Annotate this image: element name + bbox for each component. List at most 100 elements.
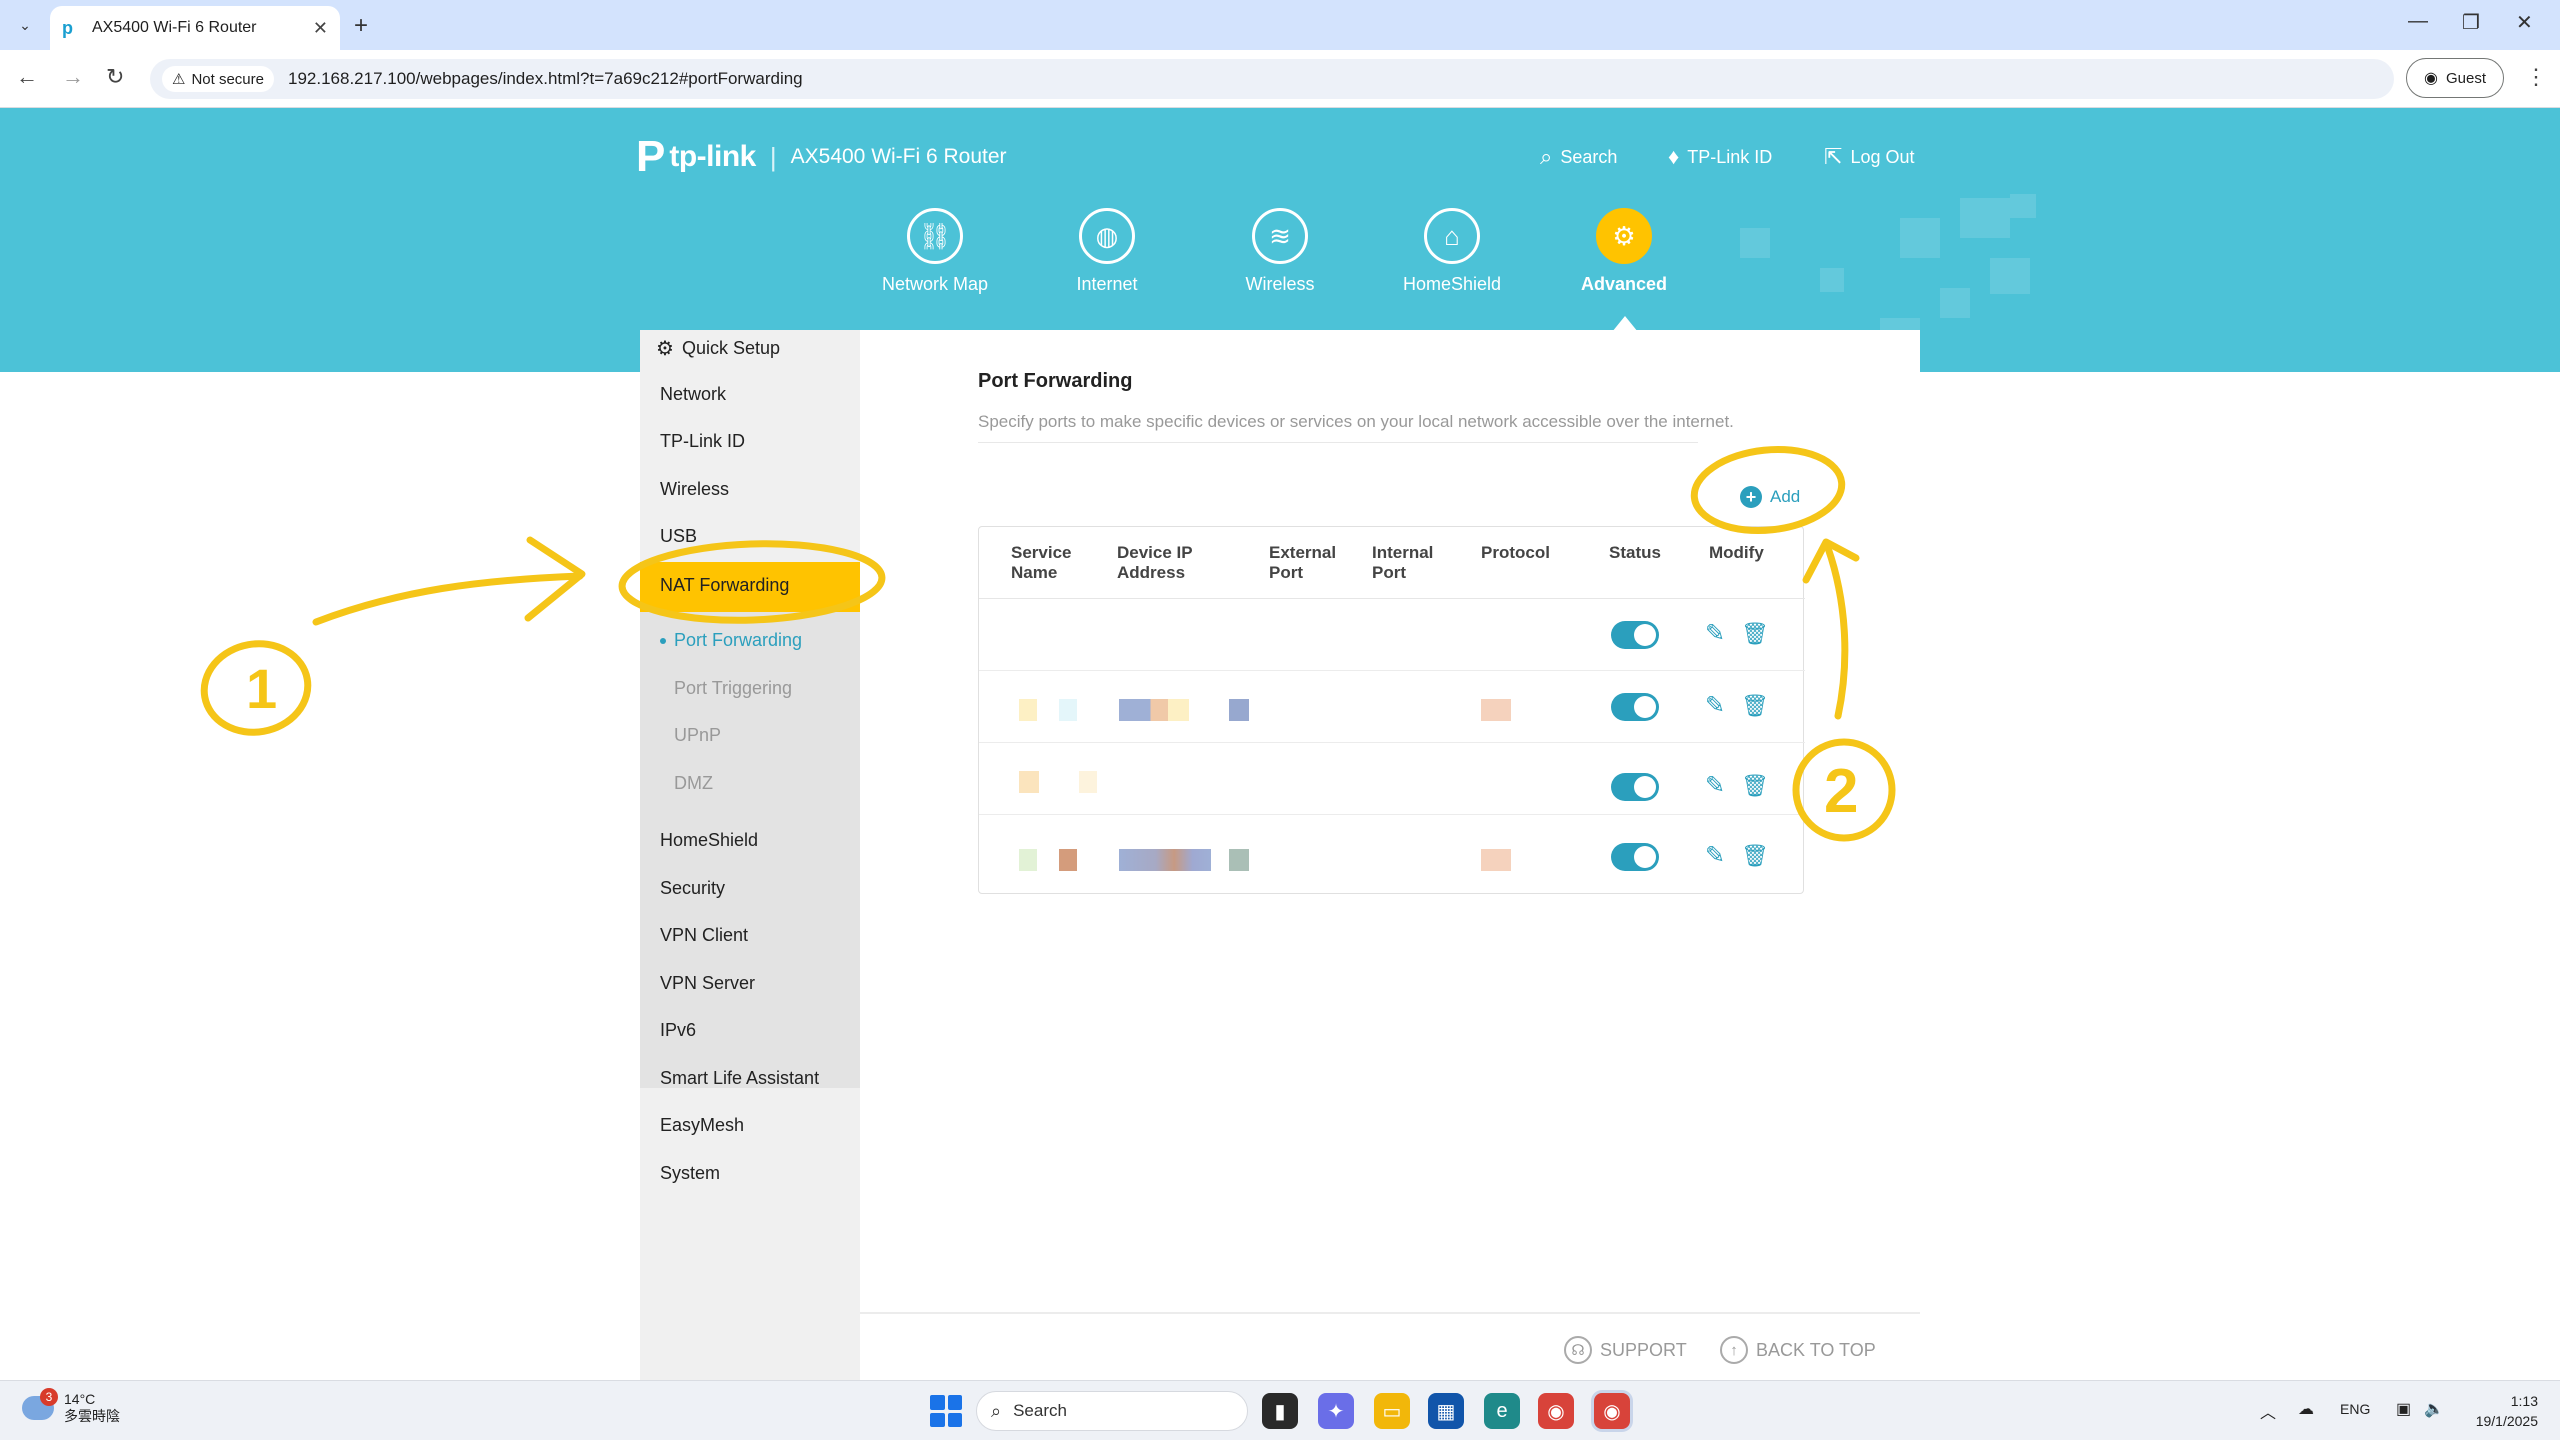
sidebar: ⚙ Quick Setup Network TP-Link ID Wireles… [640,330,860,1380]
copilot-icon[interactable]: ✦ [1318,1393,1354,1429]
file-explorer-icon[interactable]: ▭ [1374,1393,1410,1429]
sidebar-item-vpn-client[interactable]: VPN Client [660,925,748,946]
sidebar-item-network[interactable]: Network [660,384,726,405]
close-tab-icon[interactable]: ✕ [313,18,328,39]
redacted-cell [1229,849,1249,871]
security-chip[interactable]: ⚠ Not secure [162,66,274,92]
search-icon: ⌕ [1540,144,1553,169]
col-protocol: Protocol [1481,543,1550,562]
annotation-step-1: 1 [246,657,277,720]
sidebar-item-usb[interactable]: USB [660,526,697,547]
chrome-icon[interactable]: ◉ [1538,1393,1574,1429]
delete-icon[interactable]: 🗑 [1741,773,1769,799]
browser-tab-bar: ⌄ p AX5400 Wi-Fi 6 Router ✕ + — ❐ ✕ [0,0,2560,50]
user-pin-icon: ♦ [1668,144,1680,169]
profile-button[interactable]: ◉ Guest [2406,58,2504,98]
restore-icon[interactable]: ❐ [2462,10,2480,35]
brand-name: tp-link [669,140,756,173]
sidebar-sub-upnp[interactable]: UPnP [674,725,721,746]
taskbar-search[interactable]: ⌕ Search [976,1391,1248,1431]
chrome-active-icon[interactable]: ◉ [1594,1393,1630,1429]
volume-icon[interactable]: 🔈 [2424,1399,2444,1419]
weather-widget[interactable]: 3 14°C 多雲時陰 [22,1388,120,1425]
nav-network-map[interactable]: ⛓ Network Map [870,208,1000,295]
address-bar[interactable]: ⚠ Not secure 192.168.217.100/webpages/in… [150,59,2394,99]
sidebar-item-easymesh[interactable]: EasyMesh [660,1115,744,1136]
tray-expand-icon[interactable]: ︿ [2260,1399,2276,1423]
header-logout-link[interactable]: ⇱ Log Out [1824,144,1914,170]
page-title: Port Forwarding [978,370,1133,392]
col-external-port: External Port [1269,543,1337,582]
delete-icon[interactable]: 🗑 [1741,843,1769,869]
sidebar-item-vpn-server[interactable]: VPN Server [660,973,755,994]
edit-icon[interactable]: ✎ [1705,843,1731,869]
redacted-cell [1229,699,1249,721]
back-icon[interactable]: ← [16,64,38,90]
annotation-arrow-1 [312,572,584,626]
redacted-cell [1481,849,1511,871]
status-toggle[interactable] [1611,843,1659,871]
tab-search-button[interactable]: ⌄ [10,12,40,38]
status-toggle[interactable] [1611,621,1659,649]
col-device-ip: Device IP Address [1117,543,1193,582]
page-description: Specify ports to make specific devices o… [978,412,1734,431]
new-tab-button[interactable]: + [354,12,368,40]
edge-icon[interactable]: e [1484,1393,1520,1429]
status-toggle[interactable] [1611,773,1659,801]
globe-icon: ◍ [1079,208,1135,264]
close-window-icon[interactable]: ✕ [2516,10,2533,35]
minimize-icon[interactable]: — [2408,10,2428,33]
language-indicator[interactable]: ENG [2340,1401,2370,1417]
system-clock[interactable]: 1:13 19/1/2025 [2462,1391,2538,1431]
sidebar-item-security[interactable]: Security [660,878,725,899]
tp-link-logo-icon: P [636,132,666,181]
forward-icon[interactable]: → [62,64,84,90]
header-tplink-id-link[interactable]: ♦ TP-Link ID [1668,144,1772,170]
wifi-icon: ≋ [1252,208,1308,264]
sidebar-item-wireless[interactable]: Wireless [660,479,729,500]
sidebar-item-quick-setup[interactable]: ⚙ Quick Setup [656,336,780,361]
tp-link-favicon-icon: p [62,18,73,38]
tp-link-logo[interactable]: P tp-link | AX5400 Wi-Fi 6 Router [636,132,1007,182]
header-search-link[interactable]: ⌕ Search [1540,144,1617,170]
browser-menu-icon[interactable]: ⋮ [2525,64,2547,90]
network-icon[interactable]: ▣ [2396,1399,2411,1419]
sidebar-sub-port-triggering[interactable]: Port Triggering [674,678,792,699]
taskview-icon[interactable]: ▮ [1262,1393,1298,1429]
nav-internet[interactable]: ◍ Internet [1042,208,1172,295]
sidebar-item-smart-life-assistant[interactable]: Smart Life Assistant [660,1068,819,1089]
delete-icon[interactable]: 🗑 [1741,621,1769,647]
sidebar-item-ipv6[interactable]: IPv6 [660,1020,696,1041]
status-toggle[interactable] [1611,693,1659,721]
edit-icon[interactable]: ✎ [1705,773,1731,799]
nav-advanced[interactable]: ⚙ Advanced [1559,208,1689,295]
gear-icon: ⚙ [1596,208,1652,264]
sidebar-item-tplink-id[interactable]: TP-Link ID [660,431,745,452]
back-to-top-link[interactable]: ↑ BACK TO TOP [1720,1336,1876,1364]
redacted-cell [1019,849,1037,871]
cloud-icon: 3 [22,1388,58,1420]
sidebar-item-system[interactable]: System [660,1163,720,1184]
sidebar-item-nat-forwarding[interactable]: NAT Forwarding [660,575,789,596]
redacted-cell [1059,699,1077,721]
delete-icon[interactable]: 🗑 [1741,693,1769,719]
table-row: ✎ 🗑 [979,821,1805,893]
store-icon[interactable]: ▦ [1428,1393,1464,1429]
logout-icon: ⇱ [1824,144,1843,169]
col-modify: Modify [1709,543,1764,562]
col-status: Status [1609,543,1661,562]
url-text[interactable]: 192.168.217.100/webpages/index.html?t=7a… [288,69,803,89]
nav-homeshield[interactable]: ⌂ HomeShield [1387,208,1517,295]
reload-icon[interactable]: ↻ [106,64,124,90]
sidebar-sub-port-forwarding[interactable]: Port Forwarding [659,630,802,651]
onedrive-icon[interactable]: ☁ [2298,1399,2314,1419]
sidebar-sub-dmz[interactable]: DMZ [674,773,713,794]
sidebar-item-homeshield[interactable]: HomeShield [660,830,758,851]
add-rule-button[interactable]: + Add [1740,486,1800,508]
start-button[interactable] [930,1395,962,1427]
nav-wireless[interactable]: ≋ Wireless [1215,208,1345,295]
edit-icon[interactable]: ✎ [1705,621,1731,647]
support-link[interactable]: ☊ SUPPORT [1564,1336,1687,1364]
browser-tab[interactable]: p AX5400 Wi-Fi 6 Router ✕ [50,6,340,50]
edit-icon[interactable]: ✎ [1705,693,1731,719]
